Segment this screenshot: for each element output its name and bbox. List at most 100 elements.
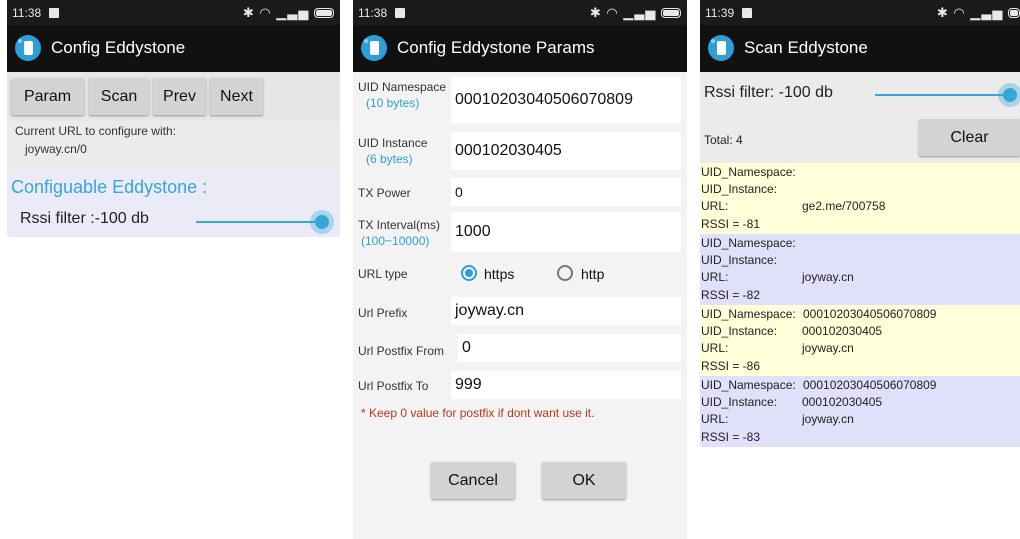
notification-icon — [395, 8, 405, 18]
scan-button[interactable]: Scan — [89, 78, 149, 115]
tx-power-row: TX Power 0 — [353, 176, 687, 208]
namespace-key: UID_Namespace: — [701, 378, 796, 392]
status-bar: 11:38 ✱ ◠ ▁▃▅ — [7, 0, 340, 25]
battery-icon — [1008, 8, 1020, 18]
rssi-slider-thumb[interactable] — [1003, 88, 1017, 102]
action-button-bar: Param Scan Prev Next — [7, 72, 340, 121]
system-icons: ✱ ◠ ▁▃▅ — [590, 5, 681, 21]
status-bar: 11:39 ✱ ◠ ▁▃▅ — [700, 0, 1020, 25]
battery-icon — [661, 8, 681, 18]
app-logo-icon — [15, 35, 41, 61]
rssi-slider-track[interactable] — [875, 94, 1010, 96]
url-key: URL: — [701, 412, 729, 426]
app-bar: Config Eddystone — [7, 25, 340, 72]
url-postfix-to-input[interactable]: 999 — [451, 371, 681, 399]
list-item[interactable]: UID_Namespace: UID_Instance: URL: joyway… — [700, 234, 1020, 305]
instance-key: UID_Instance: — [701, 182, 778, 196]
app-bar: Scan Eddystone — [700, 25, 1020, 72]
tx-interval-input[interactable]: 1000 — [451, 212, 681, 252]
configurable-eddystone-panel: Configuable Eddystone : Rssi filter :-10… — [7, 169, 340, 237]
wifi-icon: ◠ — [259, 5, 272, 20]
http-radio[interactable] — [557, 265, 573, 281]
uid-namespace-label: UID Namespace — [358, 80, 447, 94]
url-key: URL: — [701, 341, 729, 355]
bluetooth-icon: ✱ — [242, 5, 255, 20]
status-time: 11:38 — [12, 6, 42, 20]
ok-button[interactable]: OK — [542, 462, 626, 499]
url-prefix-row: Url Prefix joyway.cn — [353, 292, 687, 330]
url-value: ge2.me/700758 — [802, 199, 886, 213]
url-postfix-from-input[interactable]: 0 — [458, 334, 681, 362]
list-item[interactable]: UID_Namespace: 00010203040506070809 UID_… — [700, 376, 1020, 447]
https-radio[interactable] — [461, 265, 477, 281]
wifi-icon: ◠ — [606, 5, 619, 20]
list-item[interactable]: UID_Namespace: UID_Instance: URL: ge2.me… — [700, 163, 1020, 234]
instance-value: 000102030405 — [802, 324, 883, 338]
signal-icon: ▁▃▅ — [623, 5, 657, 20]
uid-instance-hint: (6 bytes) — [366, 152, 413, 166]
uid-instance-row: UID Instance (6 bytes) 000102030405 — [353, 126, 687, 176]
app-title: Scan Eddystone — [744, 38, 868, 57]
url-prefix-input[interactable]: joyway.cn — [451, 297, 681, 325]
instance-key: UID_Instance: — [701, 395, 778, 409]
namespace-value: 00010203040506070809 — [803, 307, 937, 321]
namespace-key: UID_Namespace: — [701, 236, 796, 250]
instance-key: UID_Instance: — [701, 253, 778, 267]
uid-instance-input[interactable]: 000102030405 — [451, 132, 681, 170]
bluetooth-icon: ✱ — [589, 5, 602, 20]
rssi-slider-thumb[interactable] — [315, 215, 329, 229]
signal-icon: ▁▃▅ — [970, 5, 1004, 20]
rssi-slider-track[interactable] — [196, 221, 322, 223]
current-url-value: joyway.cn/0 — [25, 142, 87, 156]
https-radio-label[interactable]: https — [484, 266, 514, 282]
scan-eddystone-screen: 11:39 ✱ ◠ ▁▃▅ Scan Eddystone Rssi filter… — [700, 0, 1020, 539]
rssi-value: RSSI = -81 — [701, 217, 761, 231]
url-type-row: URL type https http — [353, 256, 687, 292]
url-prefix-label: Url Prefix — [358, 306, 408, 320]
rssi-value: RSSI = -82 — [701, 288, 761, 302]
system-icons: ✱ ◠ ▁▃▅ — [243, 5, 334, 21]
uid-namespace-hint: (10 bytes) — [366, 96, 420, 110]
app-bar: Config Eddystone Params — [353, 25, 687, 72]
prev-button[interactable]: Prev — [153, 78, 206, 115]
namespace-key: UID_Namespace: — [701, 307, 796, 321]
list-item[interactable]: UID_Namespace: 00010203040506070809 UID_… — [700, 305, 1020, 376]
system-icons: ✱ ◠ ▁▃▅ — [937, 5, 1020, 21]
app-title: Config Eddystone — [51, 38, 186, 57]
uid-namespace-input[interactable]: 00010203040506070809 — [451, 77, 681, 123]
http-radio-label[interactable]: http — [581, 266, 604, 282]
tx-power-input[interactable]: 0 — [451, 178, 681, 206]
url-postfix-to-row: Url Postfix To 999 — [353, 368, 687, 402]
next-button[interactable]: Next — [210, 78, 263, 115]
param-button[interactable]: Param — [11, 78, 84, 115]
url-postfix-from-row: Url Postfix From 0 — [353, 330, 687, 368]
uid-namespace-row: UID Namespace (10 bytes) 000102030405060… — [353, 72, 687, 126]
clear-button[interactable]: Clear — [919, 119, 1020, 156]
total-count: Total: 4 — [704, 133, 743, 147]
tx-power-label: TX Power — [358, 186, 411, 200]
signal-icon: ▁▃▅ — [276, 5, 310, 20]
rssi-filter-panel: Rssi filter: -100 db — [700, 72, 1020, 118]
cancel-button[interactable]: Cancel — [431, 462, 515, 499]
instance-value: 000102030405 — [802, 395, 883, 409]
current-url-label: Current URL to configure with: — [15, 124, 176, 138]
status-time: 11:39 — [705, 6, 735, 20]
app-logo-icon — [708, 35, 734, 61]
app-title: Config Eddystone Params — [397, 38, 595, 57]
url-key: URL: — [701, 270, 729, 284]
url-postfix-to-label: Url Postfix To — [358, 379, 429, 393]
url-type-label: URL type — [358, 267, 408, 281]
battery-icon — [314, 8, 334, 18]
namespace-value: 00010203040506070809 — [803, 378, 937, 392]
rssi-filter-label: Rssi filter :-100 db — [20, 210, 149, 227]
url-key: URL: — [701, 199, 729, 213]
url-value: joyway.cn — [802, 341, 854, 355]
rssi-filter-label: Rssi filter: -100 db — [704, 84, 833, 101]
section-heading: Configuable Eddystone : — [11, 177, 208, 197]
namespace-key: UID_Namespace: — [701, 165, 796, 179]
tx-interval-label: TX Interval(ms) — [358, 218, 441, 232]
instance-key: UID_Instance: — [701, 324, 778, 338]
url-value: joyway.cn — [802, 270, 854, 284]
app-logo-icon — [361, 35, 387, 61]
config-params-screen: 11:38 ✱ ◠ ▁▃▅ Config Eddystone Params UI… — [353, 0, 687, 539]
